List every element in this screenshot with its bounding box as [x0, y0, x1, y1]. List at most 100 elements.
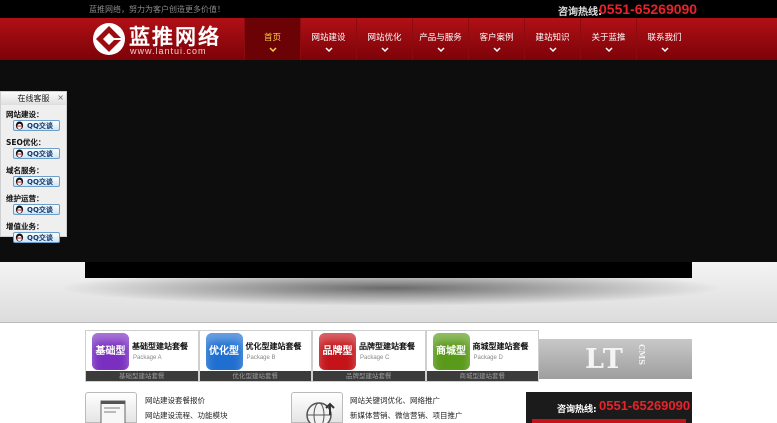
nav-cases[interactable]: 客户案例: [468, 18, 524, 60]
nav-products[interactable]: 产品与服务: [412, 18, 468, 60]
cs-label: 维护运营：: [6, 194, 44, 203]
nav-knowledge[interactable]: 建站知识: [524, 18, 580, 60]
section-divider: [0, 322, 777, 323]
site-slogan: 蓝推网络，努力为客户创造更多价值！: [89, 5, 225, 14]
package-badge: 品牌型: [319, 333, 356, 370]
qq-chat-label: QQ交谈: [27, 205, 53, 214]
service-line: 网站关键词优化、网络推广: [350, 396, 440, 405]
service-block-website[interactable]: 网站建设套餐报价 网站建设流程、功能模块: [85, 392, 285, 423]
globe-upload-icon-graphic: [306, 402, 335, 423]
chevron-down-icon: [325, 47, 333, 53]
banner-stage: [85, 262, 692, 278]
consult-accent-bar: [532, 419, 686, 423]
cs-title: 在线客服: [17, 94, 50, 103]
nav-label: 产品与服务: [419, 33, 462, 43]
package-title: 商城型建站套餐: [472, 342, 529, 351]
package-badge: 优化型: [205, 333, 243, 370]
package-card[interactable]: 基础型 基础型建站套餐 Package A 基础型建站套餐: [85, 330, 199, 382]
package-caption: 品牌型建站套餐: [313, 371, 425, 381]
browser-window-icon: [85, 392, 137, 423]
nav-label: 网站优化: [367, 33, 402, 43]
consult-label: 咨询热线:: [557, 405, 597, 415]
package-code: Package A: [133, 355, 162, 361]
package-title: 优化型建站套餐: [245, 342, 302, 351]
qq-penguin-icon: [15, 205, 24, 214]
service-line: 网站建设套餐报价: [145, 396, 205, 405]
lt-cms-logo: LT CMS: [539, 339, 692, 379]
service-line: 网站建设流程、功能模块: [145, 411, 228, 420]
nav-contact[interactable]: 联系我们: [636, 18, 692, 60]
cs-header: 在线客服 ×: [1, 92, 66, 105]
chevron-down-icon: [437, 47, 445, 53]
package-code: Package D: [473, 355, 503, 361]
qq-penguin-icon: [15, 233, 24, 242]
chevron-down-icon: [381, 47, 389, 53]
nav-about[interactable]: 关于蓝推: [580, 18, 636, 60]
logo-url: www.lantui.com: [130, 46, 207, 56]
nav-label: 网站建设: [311, 33, 346, 43]
qq-chat-button[interactable]: QQ交谈: [13, 176, 60, 187]
cs-row: 网站建设： QQ交谈: [1, 109, 66, 133]
banner-slider[interactable]: [0, 60, 777, 262]
cs-label: 域名服务：: [6, 166, 44, 175]
qq-chat-label: QQ交谈: [27, 233, 53, 242]
qq-chat-button[interactable]: QQ交谈: [13, 120, 60, 131]
qq-chat-label: QQ交谈: [27, 177, 53, 186]
qq-chat-button[interactable]: QQ交谈: [13, 148, 60, 159]
package-code: Package B: [246, 355, 276, 361]
package-code: Package C: [360, 355, 390, 361]
qq-chat-label: QQ交谈: [27, 149, 53, 158]
nav-seo[interactable]: 网站优化: [356, 18, 412, 60]
nav-label: 客户案例: [479, 33, 514, 43]
package-title: 品牌型建站套餐: [359, 342, 415, 351]
package-list: 基础型 基础型建站套餐 Package A 基础型建站套餐 优化型 优化型建站套…: [85, 330, 539, 382]
lt-mark: LT: [585, 344, 624, 375]
cs-row: SEO优化： QQ交谈: [1, 137, 66, 161]
consult-number: 0551-65269090: [599, 398, 691, 413]
hotline-number: 0551-65269090: [599, 1, 698, 17]
main-nav: 首页 网站建设 网站优化 产品与服务 客户案例 建站知识 关于蓝推 联系我们: [244, 18, 692, 60]
package-badge: 基础型: [92, 333, 129, 370]
close-icon[interactable]: ×: [57, 91, 64, 104]
qq-penguin-icon: [15, 121, 24, 130]
package-caption: 优化型建站套餐: [199, 371, 311, 381]
cs-row: 域名服务： QQ交谈: [1, 165, 66, 189]
cs-label: 增值业务：: [6, 222, 44, 231]
package-badge: 商城型: [432, 333, 470, 370]
cs-label: 网站建设：: [6, 110, 44, 119]
nav-label: 关于蓝推: [591, 33, 626, 43]
chevron-down-icon: [605, 47, 613, 53]
nav-home[interactable]: 首页: [244, 18, 300, 60]
package-title: 基础型建站套餐: [132, 342, 188, 351]
qq-penguin-icon: [15, 177, 24, 186]
logo-mark-icon: [93, 23, 125, 55]
qq-penguin-icon: [15, 149, 24, 158]
package-caption: 基础型建站套餐: [86, 371, 198, 381]
package-card[interactable]: 品牌型 品牌型建站套餐 Package C 品牌型建站套餐: [312, 330, 426, 382]
qq-chat-button[interactable]: QQ交谈: [13, 232, 60, 243]
chevron-down-icon: [661, 47, 669, 53]
online-customer-service: 在线客服 × 网站建设： QQ交谈 SEO优化： QQ交谈 域名服务： QQ交谈…: [0, 91, 67, 243]
lt-sub: CMS: [637, 344, 647, 365]
cs-label: SEO优化：: [6, 138, 46, 147]
qq-chat-label: QQ交谈: [27, 121, 53, 130]
nav-website-building[interactable]: 网站建设: [300, 18, 356, 60]
nav-label: 建站知识: [535, 33, 570, 43]
package-card[interactable]: 优化型 优化型建站套餐 Package B 优化型建站套餐: [198, 330, 312, 382]
hotline-label: 咨询热线:: [558, 7, 602, 18]
package-card[interactable]: 商城型 商城型建站套餐 Package D 商城型建站套餐: [425, 330, 539, 382]
nav-label: 联系我们: [647, 33, 682, 43]
chevron-down-icon: [269, 47, 277, 53]
cs-row: 增值业务： QQ交谈: [1, 221, 66, 245]
globe-upload-icon: [291, 392, 343, 423]
qq-chat-button[interactable]: QQ交谈: [13, 204, 60, 215]
consult-hotline-box: 咨询热线: 0551-65269090: [526, 392, 692, 423]
package-caption: 商城型建站套餐: [426, 371, 538, 381]
site-logo[interactable]: 蓝推网络 www.lantui.com: [92, 21, 242, 59]
service-block-seo[interactable]: 网站关键词优化、网络推广 新媒体营销、微信营销、项目推广: [291, 392, 511, 423]
top-bar: 蓝推网络，努力为客户创造更多价值！ 咨询热线: 0551-65269090: [0, 0, 777, 18]
browser-window-icon-graphic: [100, 400, 126, 423]
chevron-down-icon: [549, 47, 557, 53]
service-line: 新媒体营销、微信营销、项目推广: [350, 411, 463, 420]
chevron-down-icon: [493, 47, 501, 53]
